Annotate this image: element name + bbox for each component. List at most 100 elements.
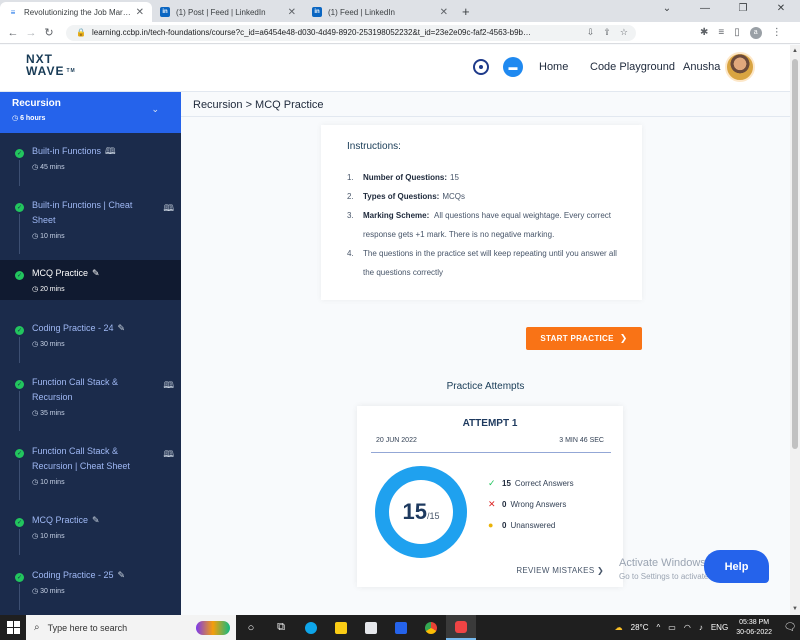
pencil-icon: ✎ (92, 268, 100, 278)
chevron-up-icon[interactable]: ^ (657, 623, 661, 632)
mail-icon[interactable] (386, 615, 416, 640)
unanswered-label: Unanswered (510, 520, 556, 530)
chat-icon[interactable]: ▬ (503, 57, 523, 77)
clock-icon: ◷ (32, 410, 39, 417)
help-button[interactable]: Help (704, 550, 769, 583)
battery-icon[interactable]: ▭ (668, 623, 676, 632)
search-highlight-icon (196, 620, 230, 635)
close-icon[interactable]: ✕ (440, 7, 448, 18)
start-practice-label: START PRACTICE (540, 334, 614, 343)
notifications-icon[interactable]: 🗨 (780, 622, 800, 633)
breadcrumb[interactable]: Recursion > MCQ Practice (193, 99, 324, 111)
store-icon[interactable] (356, 615, 386, 640)
page-scrollbar[interactable]: ▲ ▼ (790, 45, 800, 615)
windows-start-icon[interactable] (0, 621, 26, 634)
sidebar-item-built-in-functions[interactable]: ✓ Built-in Functions 🕮 ◷ 45 mins (0, 141, 181, 186)
language-indicator[interactable]: ENG (711, 623, 728, 632)
restore-icon[interactable]: ❐ (724, 0, 762, 20)
close-icon[interactable]: ✕ (288, 7, 296, 18)
browser-tab-nxtwave[interactable]: ≡ Revolutionizing the Job Market | ✕ (0, 2, 152, 22)
forward-icon[interactable]: → (22, 27, 40, 39)
browser-tab-linkedin-feed[interactable]: in (1) Feed | LinkedIn ✕ (304, 2, 456, 22)
sidebar-item-coding-practice-24[interactable]: ✓ Coding Practice - 24 ✎ ◷ 30 mins (0, 318, 181, 363)
browser-tab-linkedin-post[interactable]: in (1) Post | Feed | LinkedIn ✕ (152, 2, 304, 22)
extensions-icon[interactable]: ✱ (700, 27, 708, 38)
correct-answers-row: ✓ 15 Correct Answers (488, 478, 574, 489)
chevron-down-icon[interactable]: ⌄ (151, 104, 159, 115)
instruction-item: 1. Number of Questions: 15 (347, 168, 622, 187)
sidebar-item-function-call-stack[interactable]: ✓ Function Call Stack & Recursion 🕮 ◷ 35… (0, 372, 181, 431)
windows-taskbar: ⌕ Type here to search ○ ⧉ ☁ 28°C ^ ▭ ◠ ♪… (0, 615, 800, 640)
sidebar-hours: ◷ 6 hours (12, 114, 169, 122)
instruction-text: The questions in the practice set will k… (363, 249, 617, 277)
clock-icon: ◷ (32, 164, 39, 171)
new-tab-icon[interactable]: + (462, 4, 470, 19)
correct-label: Correct Answers (514, 479, 574, 488)
sidebar-item-time: 10 mins (40, 479, 65, 486)
start-practice-button[interactable]: START PRACTICE ❯ (526, 327, 642, 350)
divider (371, 452, 611, 453)
edge-icon[interactable] (296, 615, 326, 640)
book-icon: 🕮 (105, 146, 116, 156)
minimize-icon[interactable]: — (686, 0, 724, 20)
taskbar-clock[interactable]: 05:38 PM 30-06-2022 (736, 618, 772, 638)
avatar[interactable] (725, 52, 755, 82)
install-icon[interactable]: ⇩ (587, 27, 595, 38)
timeline-line (19, 584, 20, 610)
nxtwave-logo[interactable]: NXT WAVE TM (26, 53, 76, 77)
sidebar-item-function-call-stack-cheat-sheet[interactable]: ✓ Function Call Stack & Recursion | Chea… (0, 441, 181, 500)
chrome-icon[interactable] (416, 615, 446, 640)
instruction-item: 4. The questions in the practice set wil… (347, 244, 622, 282)
reading-list-icon[interactable]: ≡ (718, 27, 724, 38)
unanswered-count: 0 (502, 520, 507, 530)
search-icon: ⌕ (34, 622, 40, 633)
taskbar-search-input[interactable]: ⌕ Type here to search (26, 615, 236, 640)
profile-icon[interactable]: a (749, 26, 762, 39)
review-mistakes-button[interactable]: REVIEW MISTAKES ❯ (516, 566, 604, 575)
nav-home[interactable]: Home (539, 61, 568, 73)
side-panel-icon[interactable]: ▯ (734, 27, 740, 38)
network-icon[interactable]: ◠ (684, 623, 691, 632)
sidebar-item-mcq-practice-2[interactable]: ✓ MCQ Practice ✎ ◷ 10 mins (0, 510, 181, 555)
menu-dots-icon[interactable]: ⋮ (772, 27, 782, 38)
attempt-date: 20 JUN 2022 (376, 437, 417, 444)
task-view-icon[interactable]: ⧉ (266, 615, 296, 640)
share-icon[interactable]: ⇪ (603, 27, 611, 38)
snipping-tool-icon[interactable] (446, 615, 476, 640)
scroll-thumb[interactable] (792, 59, 798, 449)
cortana-icon[interactable]: ○ (236, 615, 266, 640)
app-header: NXT WAVE TM ▬ Home Code Playground Anusha (0, 45, 790, 92)
reload-icon[interactable]: ↻ (40, 26, 58, 39)
book-icon: 🕮 (163, 203, 174, 213)
sidebar-item-mcq-practice-active[interactable]: ✓ MCQ Practice ✎ ◷ 20 mins (0, 260, 181, 300)
sidebar-header-recursion[interactable]: Recursion ◷ 6 hours ⌄ (0, 92, 181, 133)
chevron-down-icon[interactable]: ⌄ (648, 0, 686, 20)
system-tray: ☁ 28°C ^ ▭ ◠ ♪ ENG 05:38 PM 30-06-2022 🗨 (615, 615, 800, 640)
scroll-up-icon[interactable]: ▲ (790, 48, 800, 54)
sidebar-item-label: Coding Practice - 24 (32, 323, 114, 333)
sidebar-item-time: 30 mins (40, 341, 65, 348)
tab-label: (1) Post | Feed | LinkedIn (176, 7, 266, 17)
book-icon: 🕮 (163, 380, 174, 390)
wrong-count: 0 (502, 500, 507, 509)
close-window-icon[interactable]: ✕ (762, 0, 800, 20)
timeline-line (19, 337, 20, 363)
browser-tab-strip: ≡ Revolutionizing the Job Market | ✕ in … (0, 0, 800, 22)
back-icon[interactable]: ← (4, 27, 22, 39)
scroll-down-icon[interactable]: ▼ (790, 606, 800, 612)
stopwatch-icon[interactable] (473, 59, 489, 75)
weather-temp[interactable]: 28°C (631, 623, 649, 632)
close-icon[interactable]: ✕ (136, 7, 144, 18)
instruction-text: 15 (450, 173, 459, 182)
check-icon: ✓ (15, 203, 24, 212)
url-field[interactable]: 🔒 learning.ccbp.in/tech-foundations/cour… (66, 24, 636, 41)
file-explorer-icon[interactable] (326, 615, 356, 640)
sidebar-item-label: MCQ Practice (32, 268, 89, 278)
sidebar-item-coding-practice-25[interactable]: ✓ Coding Practice - 25 ✎ ◷ 30 mins (0, 565, 181, 610)
sidebar-item-built-in-functions-cheat-sheet[interactable]: ✓ Built-in Functions | Cheat Sheet 🕮 ◷ 1… (0, 195, 181, 254)
volume-icon[interactable]: ♪ (699, 623, 703, 632)
nav-code-playground[interactable]: Code Playground (590, 61, 675, 73)
user-name[interactable]: Anusha (683, 61, 720, 73)
star-icon[interactable]: ☆ (620, 27, 628, 38)
search-placeholder: Type here to search (47, 622, 128, 633)
